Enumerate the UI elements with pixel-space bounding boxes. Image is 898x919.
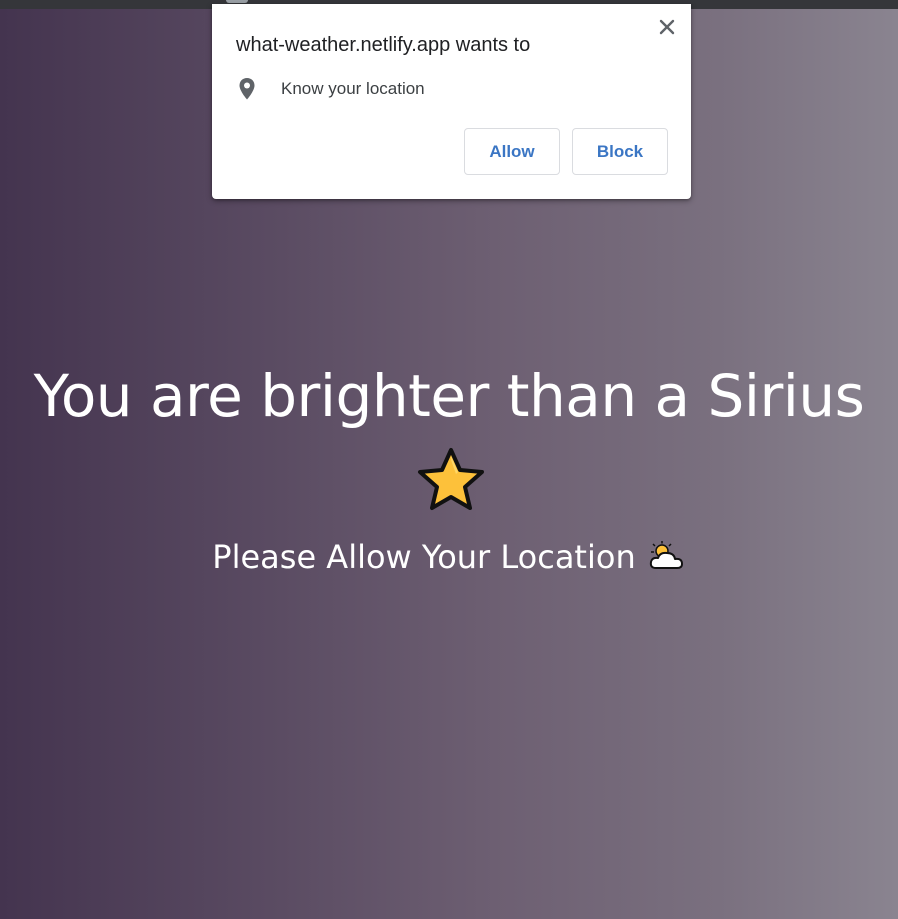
location-permission-popup: what-weather.netlify.app wants to Know y… [212,4,691,199]
location-pin-icon [238,77,256,101]
allow-button[interactable]: Allow [464,128,560,175]
permission-label: Know your location [281,79,425,98]
page-heading: You are brighter than a Sirius [33,362,865,430]
block-button[interactable]: Block [572,128,668,175]
permission-row-location: Know your location [238,74,425,104]
sun-behind-cloud-icon [646,539,686,571]
page-subheading: Please Allow Your Location [0,535,898,579]
star-emoji-icon [416,446,486,512]
close-icon[interactable] [656,16,678,38]
tab-indicator [226,0,248,3]
popup-title: what-weather.netlify.app wants to [236,34,531,56]
subheading-text: Please Allow Your Location [212,538,636,576]
